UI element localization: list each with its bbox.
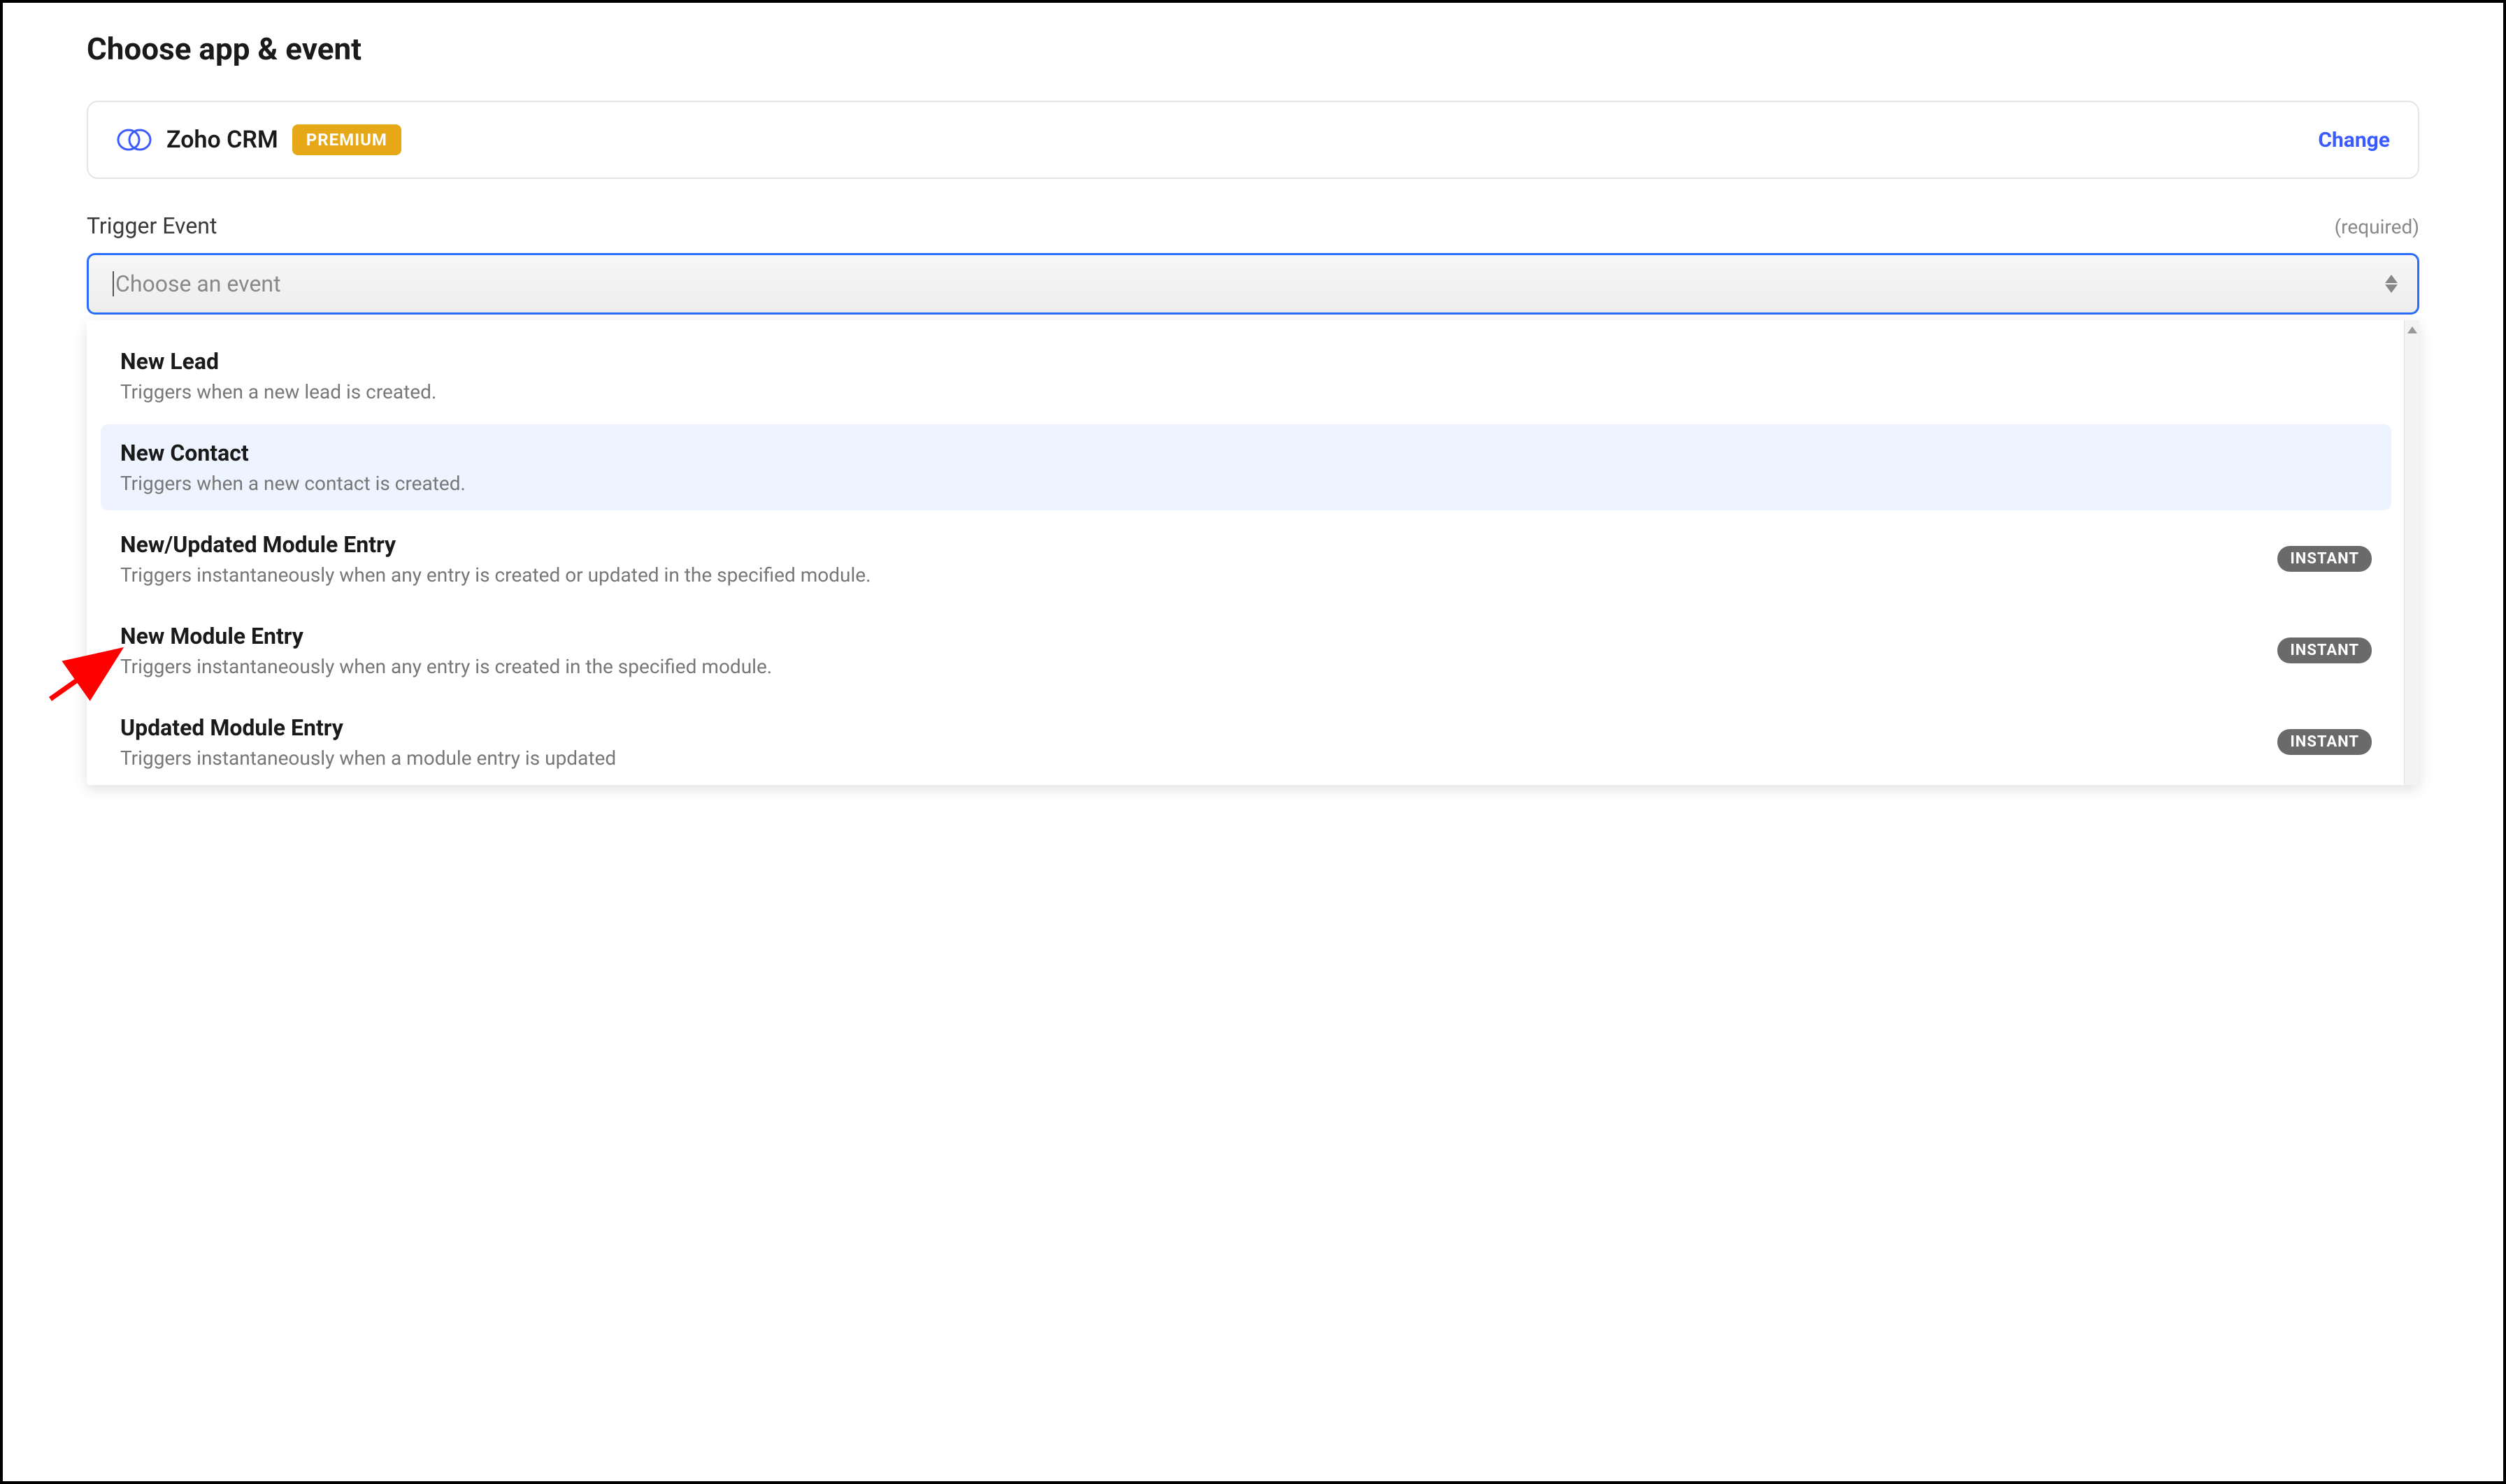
zoho-icon: [116, 127, 152, 152]
event-dropdown: New Lead Triggers when a new lead is crea…: [87, 320, 2419, 785]
required-indicator: (required): [2335, 215, 2419, 238]
dropdown-list: New Lead Triggers when a new lead is crea…: [101, 333, 2405, 785]
background-strip: [6, 1213, 2500, 1478]
dropdown-item-desc: Triggers when a new lead is created.: [120, 380, 2372, 403]
dropdown-item-title: New Lead: [120, 348, 2372, 375]
instant-badge: INSTANT: [2277, 637, 2372, 663]
dropdown-item-desc: Triggers instantaneously when any entry …: [120, 655, 2263, 678]
page-title: Choose app & event: [87, 31, 2419, 67]
app-name: Zoho CRM: [166, 126, 278, 154]
main-content: Choose app & event Zoho CRM PREMIUM Chan…: [3, 3, 2503, 785]
field-label: Trigger Event: [87, 212, 217, 239]
app-card: Zoho CRM PREMIUM Change: [87, 101, 2419, 179]
app-card-left: Zoho CRM PREMIUM: [116, 124, 401, 155]
dropdown-item[interactable]: New/Updated Module Entry Triggers instant…: [101, 516, 2391, 602]
dropdown-item-title: Updated Module Entry: [120, 714, 2263, 741]
outer-frame: Choose app & event Zoho CRM PREMIUM Chan…: [0, 0, 2506, 1484]
dropdown-item-desc: Triggers instantaneously when a module e…: [120, 747, 2263, 770]
dropdown-item[interactable]: New Contact Triggers when a new contact i…: [101, 424, 2391, 510]
text-cursor: [113, 271, 114, 296]
instant-badge: INSTANT: [2277, 546, 2372, 572]
dropdown-item[interactable]: Updated Module Entry Triggers instantaneo…: [101, 699, 2391, 785]
dropdown-item-text: New/Updated Module Entry Triggers instant…: [120, 531, 2263, 586]
dropdown-item-text: New Contact Triggers when a new contact i…: [120, 440, 2372, 495]
scrollbar-track[interactable]: [2404, 320, 2419, 785]
field-label-row: Trigger Event (required): [87, 212, 2419, 239]
dropdown-item[interactable]: New Module Entry Triggers instantaneously…: [101, 607, 2391, 693]
dropdown-item-desc: Triggers when a new contact is created.: [120, 472, 2372, 495]
instant-badge: INSTANT: [2277, 729, 2372, 755]
chevron-updown-icon: [2385, 275, 2398, 293]
premium-badge: PREMIUM: [292, 124, 401, 155]
dropdown-item-text: New Module Entry Triggers instantaneously…: [120, 623, 2263, 678]
trigger-event-select[interactable]: Choose an event: [87, 253, 2419, 315]
dropdown-item-title: New/Updated Module Entry: [120, 531, 2263, 558]
dropdown-item-title: New Module Entry: [120, 623, 2263, 649]
change-link[interactable]: Change: [2318, 128, 2390, 152]
dropdown-item-desc: Triggers instantaneously when any entry …: [120, 563, 2263, 586]
dropdown-item-title: New Contact: [120, 440, 2372, 466]
dropdown-item-text: Updated Module Entry Triggers instantaneo…: [120, 714, 2263, 770]
scroll-up-icon: [2407, 323, 2417, 336]
dropdown-item[interactable]: New Lead Triggers when a new lead is crea…: [101, 333, 2391, 419]
dropdown-item-text: New Lead Triggers when a new lead is crea…: [120, 348, 2372, 403]
select-placeholder: Choose an event: [115, 271, 281, 297]
